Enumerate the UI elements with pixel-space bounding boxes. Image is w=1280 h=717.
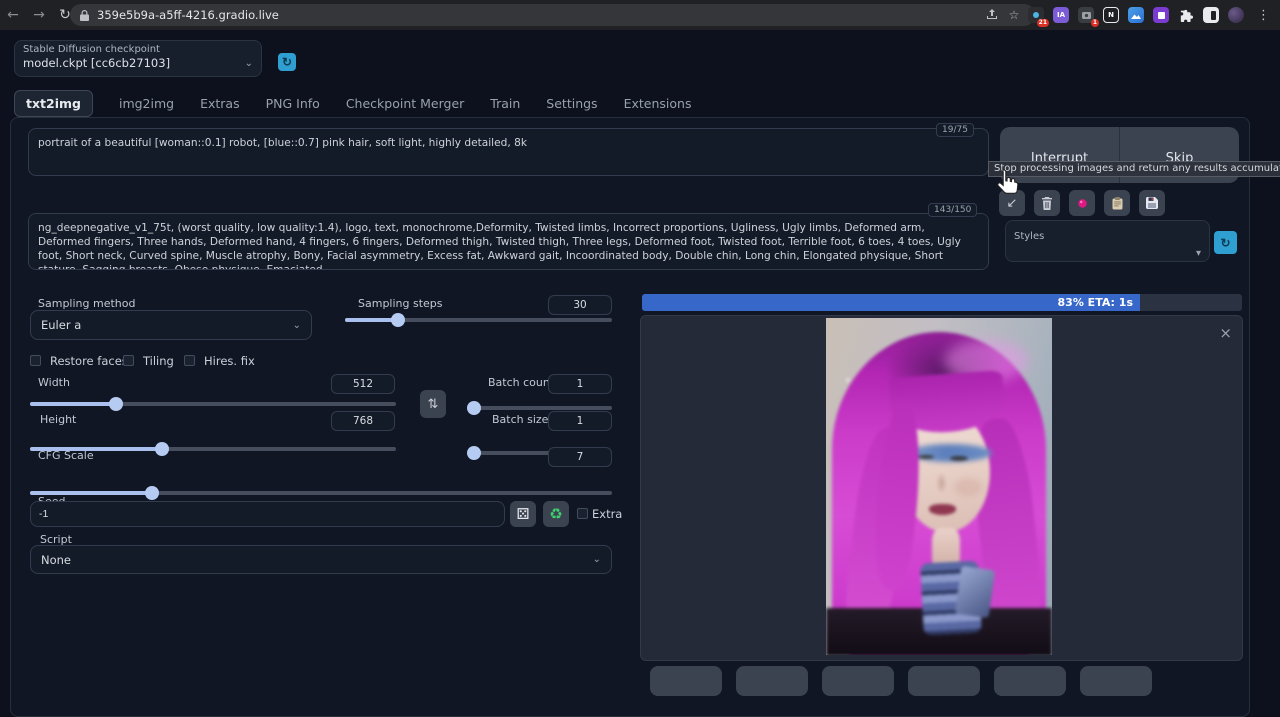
stable-diffusion-webui: Stable Diffusion checkpoint model.ckpt […	[0, 30, 1280, 674]
sampling-method-dropdown[interactable]: Euler a ⌄	[30, 310, 312, 340]
styles-label: Styles	[1014, 231, 1044, 242]
tab-png-info[interactable]: PNG Info	[266, 96, 320, 111]
restore-faces-label: Restore faces	[50, 354, 128, 368]
progress-fill: 83% ETA: 1s	[642, 294, 1140, 311]
swap-width-height-button[interactable]: ⇅	[420, 390, 446, 418]
save-button[interactable]	[650, 666, 722, 696]
styles-dropdown[interactable]: ▾	[1014, 248, 1201, 259]
height-label: Height	[40, 413, 76, 426]
extension-onenote-icon[interactable]	[1153, 7, 1169, 23]
bookmark-star-icon[interactable]: ☆	[1003, 8, 1025, 22]
apply-styles-clipboard-icon[interactable]	[1104, 190, 1130, 216]
hires-fix-label: Hires. fix	[204, 354, 255, 368]
extra-networks-icon[interactable]	[1069, 190, 1095, 216]
seed-input[interactable]	[30, 501, 505, 527]
batch-count-slider[interactable]	[468, 406, 612, 410]
extension-ia-icon[interactable]: IA	[1053, 7, 1069, 23]
back-icon[interactable]: ←	[0, 7, 26, 23]
negative-prompt-input[interactable]: ng_deepnegative_v1_75t, (worst quality, …	[28, 213, 989, 270]
cfg-scale-slider[interactable]	[30, 491, 612, 495]
open-folder-button[interactable]	[1080, 666, 1152, 696]
tab-train[interactable]: Train	[490, 96, 520, 111]
styles-block: Styles ▾	[1005, 220, 1210, 262]
browser-toolbar: ← → ↻ 359e5b9a-a5ff-4216.gradio.live ☆ 2…	[0, 0, 1280, 30]
tab-img2img[interactable]: img2img	[119, 96, 174, 111]
tab-bar: txt2img img2img Extras PNG Info Checkpoi…	[14, 89, 717, 117]
checkpoint-label: Stable Diffusion checkpoint	[23, 44, 253, 55]
seed-extra-checkbox[interactable]	[577, 508, 588, 519]
generation-progress-bar: 83% ETA: 1s	[642, 294, 1242, 311]
batch-size-label: Batch size	[492, 413, 548, 426]
batch-size-value[interactable]: 1	[548, 411, 612, 431]
seed-extra-label: Extra	[592, 507, 622, 521]
chevron-down-icon: ⌄	[593, 554, 601, 565]
sampling-method-label: Sampling method	[38, 297, 135, 310]
url-text: 359e5b9a-a5ff-4216.gradio.live	[97, 8, 981, 22]
address-bar[interactable]: 359e5b9a-a5ff-4216.gradio.live ☆	[70, 4, 1035, 26]
sampling-steps-label: Sampling steps	[358, 297, 443, 310]
send-to-inpaint-button[interactable]	[908, 666, 980, 696]
hires-fix-checkbox[interactable]	[184, 355, 195, 366]
width-label: Width	[38, 376, 70, 389]
sampling-steps-value[interactable]: 30	[548, 295, 612, 315]
sidebar-toggle-icon[interactable]	[1203, 7, 1219, 23]
chevron-down-icon: ▾	[1196, 248, 1201, 259]
tiling-label: Tiling	[143, 354, 174, 368]
cfg-scale-value[interactable]: 7	[548, 447, 612, 467]
progress-text: 83% ETA: 1s	[1058, 296, 1133, 309]
clear-prompt-trash-icon[interactable]	[1034, 190, 1060, 216]
zip-button[interactable]	[736, 666, 808, 696]
send-to-extras-button[interactable]	[994, 666, 1066, 696]
batch-count-value[interactable]: 1	[548, 374, 612, 394]
send-to-img2img-button[interactable]	[822, 666, 894, 696]
checkpoint-block: Stable Diffusion checkpoint model.ckpt […	[14, 40, 262, 77]
extensions-puzzle-icon[interactable]	[1178, 7, 1194, 23]
output-gallery: ×	[640, 315, 1243, 661]
reuse-seed-recycle-button[interactable]: ♻	[543, 501, 569, 527]
height-value[interactable]: 768	[331, 411, 395, 431]
checkpoint-dropdown[interactable]: model.ckpt [cc6cb27103] ⌄	[23, 56, 253, 70]
extension-tray: 21 IA 1 N ⋮	[1028, 4, 1274, 26]
random-seed-dice-button[interactable]: ⚄	[510, 501, 536, 527]
close-icon[interactable]: ×	[1219, 324, 1232, 342]
tab-settings[interactable]: Settings	[546, 96, 597, 111]
forward-icon[interactable]: →	[26, 7, 52, 23]
extension-camera-icon[interactable]: 1	[1078, 7, 1094, 23]
browser-menu-icon[interactable]: ⋮	[1253, 8, 1274, 23]
tab-extensions[interactable]: Extensions	[624, 96, 692, 111]
save-style-floppy-icon[interactable]	[1139, 190, 1165, 216]
tab-checkpoint-merger[interactable]: Checkpoint Merger	[346, 96, 464, 111]
script-dropdown[interactable]: None ⌄	[30, 545, 612, 574]
profile-avatar[interactable]	[1228, 7, 1244, 23]
width-slider[interactable]	[30, 402, 396, 406]
generated-image[interactable]	[826, 318, 1052, 655]
extension-notion-icon[interactable]: N	[1103, 7, 1119, 23]
tab-txt2img[interactable]: txt2img	[14, 90, 93, 117]
tiling-checkbox[interactable]	[123, 355, 134, 366]
mouse-cursor-hand	[994, 168, 1020, 198]
checkpoint-refresh-button[interactable]: ↻	[278, 53, 296, 71]
sampling-steps-slider[interactable]	[345, 318, 612, 322]
sampling-method-value: Euler a	[41, 318, 81, 332]
share-icon[interactable]	[981, 8, 1003, 23]
extension-dot-icon[interactable]: 21	[1028, 7, 1044, 23]
width-value[interactable]: 512	[331, 374, 395, 394]
chevron-down-icon: ⌄	[245, 58, 253, 69]
lock-icon	[80, 10, 89, 21]
styles-refresh-button[interactable]: ↻	[1214, 231, 1237, 254]
prompt-token-counter: 19/75	[936, 123, 974, 137]
chevron-down-icon: ⌄	[293, 320, 301, 331]
interrupt-tooltip: Stop processing images and return any re…	[988, 161, 1280, 177]
cfg-scale-label: CFG Scale	[38, 449, 94, 462]
tab-extras[interactable]: Extras	[200, 96, 240, 111]
prompt-input[interactable]: portrait of a beautiful [woman::0.1] rob…	[28, 128, 989, 176]
batch-count-label: Batch count	[488, 376, 554, 389]
restore-faces-checkbox[interactable]	[30, 355, 41, 366]
script-value: None	[41, 553, 71, 567]
negative-prompt-token-counter: 143/150	[928, 203, 977, 217]
extension-photos-icon[interactable]	[1128, 7, 1144, 23]
checkpoint-value: model.ckpt [cc6cb27103]	[23, 56, 170, 70]
